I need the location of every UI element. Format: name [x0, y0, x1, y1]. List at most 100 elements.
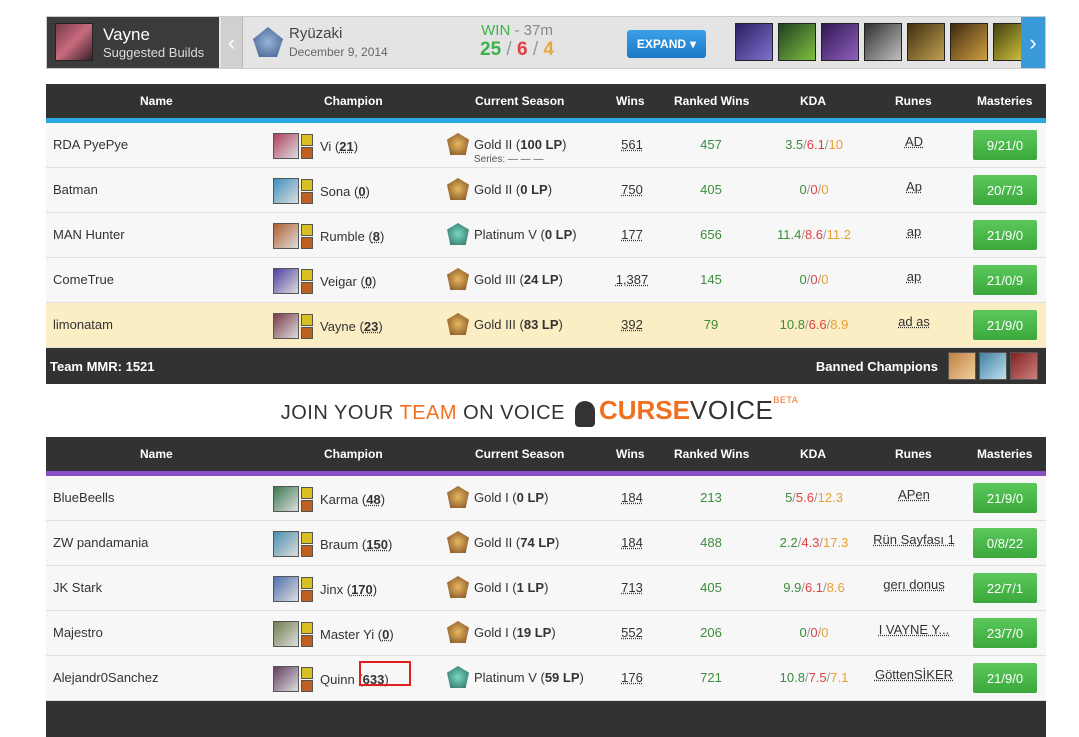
runes-link[interactable]: AD [864, 134, 964, 149]
wins[interactable]: 177 [602, 227, 662, 242]
champion-box[interactable]: Vayne Suggested Builds [47, 17, 219, 68]
wins[interactable]: 552 [602, 625, 662, 640]
masteries-button[interactable]: 21/0/9 [973, 265, 1037, 295]
cursevoice-banner[interactable]: JOIN YOUR TEAM ON VOICE CURSEVOICEBETA [0, 395, 1079, 427]
highlight-box [359, 661, 411, 686]
table-row[interactable]: Batman Sona (0) Gold II (0 LP) 750 405 0… [46, 168, 1046, 213]
item-icon[interactable] [950, 23, 988, 61]
col-name: Name [140, 447, 173, 461]
spell-icon [301, 178, 313, 191]
prev-arrow-icon[interactable]: ‹ [221, 17, 243, 68]
team2-table: Name Champion Current Season Wins Ranked… [46, 437, 1046, 737]
item-icon[interactable] [778, 23, 816, 61]
banned-champion-icon[interactable] [979, 352, 1007, 380]
summoner-name[interactable]: Batman [53, 182, 98, 197]
runes-link[interactable]: Rün Sayfası 1 [864, 532, 964, 547]
item-icon[interactable] [735, 23, 773, 61]
kda: 3.5/6.1/10 [785, 137, 843, 152]
col-season: Current Season [475, 447, 565, 461]
summoner-name[interactable]: Alejandr0Sanchez [53, 670, 159, 685]
table-row[interactable]: MAN Hunter Rumble (8) Platinum V (0 LP) … [46, 213, 1046, 258]
wins[interactable]: 750 [602, 182, 662, 197]
kda: 0/0/0 [799, 625, 829, 640]
wins[interactable]: 176 [602, 670, 662, 685]
champion-games[interactable]: 23 [364, 319, 378, 334]
expand-button[interactable]: EXPAND ▾ [627, 30, 706, 58]
assists: 4 [543, 39, 554, 60]
kills: 25 [480, 39, 502, 60]
runes-link[interactable]: I VAYNE Y... [864, 622, 964, 637]
wins[interactable]: 184 [602, 535, 662, 550]
runes-link[interactable]: ad as [864, 314, 964, 329]
tier-medal-icon [447, 621, 469, 643]
runes-link[interactable]: ap [864, 224, 964, 239]
masteries-button[interactable]: 22/7/1 [973, 573, 1037, 603]
masteries-button[interactable]: 21/9/0 [973, 663, 1037, 693]
spell-icon [301, 679, 313, 692]
table-row[interactable]: ComeTrue Veigar (0) Gold III (24 LP) 1,3… [46, 258, 1046, 303]
spell-icon [301, 133, 313, 146]
next-arrow-icon[interactable]: › [1021, 17, 1045, 68]
champion-games[interactable]: 0 [358, 184, 365, 199]
table-row[interactable]: JK Stark Jinx (170) Gold I (1 LP) 713 40… [46, 566, 1046, 611]
summoner-name[interactable]: JK Stark [53, 580, 102, 595]
champion-games[interactable]: 48 [366, 492, 380, 507]
masteries-button[interactable]: 20/7/3 [973, 175, 1037, 205]
summoner-name[interactable]: MAN Hunter [53, 227, 125, 242]
wins[interactable]: 184 [602, 490, 662, 505]
masteries-button[interactable]: 21/9/0 [973, 310, 1037, 340]
wins[interactable]: 561 [602, 137, 662, 152]
col-kda: KDA [800, 447, 826, 461]
summoner-name[interactable]: RDA PyePye [53, 137, 128, 152]
summoner-name[interactable]: ZW pandamania [53, 535, 148, 550]
summoner-name[interactable]: BlueBeells [53, 490, 114, 505]
champion-games[interactable]: 170 [351, 582, 373, 597]
runes-link[interactable]: GöttenSİKER [864, 667, 964, 682]
col-ranked-wins: Ranked Wins [674, 94, 750, 108]
table-row[interactable]: limonatam Vayne (23) Gold III (83 LP) 39… [46, 303, 1046, 348]
table-row[interactable]: Majestro Master Yi (0) Gold I (19 LP) 55… [46, 611, 1046, 656]
champion-games[interactable]: 21 [339, 139, 353, 154]
masteries-button[interactable]: 21/9/0 [973, 220, 1037, 250]
champion-games[interactable]: 8 [373, 229, 380, 244]
wins[interactable]: 1,387 [602, 272, 662, 287]
table-row[interactable]: Alejandr0Sanchez Quinn (633) Platinum V … [46, 656, 1046, 701]
runes-link[interactable]: Ap [864, 179, 964, 194]
item-icon[interactable] [821, 23, 859, 61]
item-icon[interactable] [907, 23, 945, 61]
runes-link[interactable]: gerı donus [864, 577, 964, 592]
ranked-wins: 656 [700, 227, 722, 242]
summoner-name[interactable]: limonatam [53, 317, 113, 332]
deaths: 6 [516, 39, 528, 60]
cursevoice-logo-icon [574, 400, 595, 427]
runes-link[interactable]: ap [864, 269, 964, 284]
spell-icon [301, 621, 313, 634]
masteries-button[interactable]: 0/8/22 [973, 528, 1037, 558]
summoner-name[interactable]: ComeTrue [53, 272, 114, 287]
banned-champion-icon[interactable] [1010, 352, 1038, 380]
champion-games[interactable]: 150 [366, 537, 388, 552]
summoner-name[interactable]: Majestro [53, 625, 103, 640]
table-row[interactable]: BlueBeells Karma (48) Gold I (0 LP) 184 … [46, 476, 1046, 521]
tier-medal-icon [447, 576, 469, 598]
masteries-button[interactable]: 23/7/0 [973, 618, 1037, 648]
kda: 11.4/8.6/11.2 [776, 227, 851, 242]
table-row[interactable]: ZW pandamania Braum (150) Gold II (74 LP… [46, 521, 1046, 566]
spell-icon [301, 666, 313, 679]
kda: 10.8/7.5/7.1 [779, 670, 849, 685]
champion-games[interactable]: 0 [365, 274, 372, 289]
team1-table: Name Champion Current Season Wins Ranked… [46, 84, 1046, 384]
wins[interactable]: 392 [602, 317, 662, 332]
suggested-builds-link[interactable]: Suggested Builds [103, 45, 204, 60]
col-season: Current Season [475, 94, 565, 108]
runes-link[interactable]: APen [864, 487, 964, 502]
champion-games[interactable]: 0 [382, 627, 389, 642]
wins[interactable]: 713 [602, 580, 662, 595]
col-kda: KDA [800, 94, 826, 108]
table-row[interactable]: RDA PyePye Vi (21) Gold II (100 LP) Seri… [46, 123, 1046, 168]
banned-champion-icon[interactable] [948, 352, 976, 380]
masteries-button[interactable]: 9/21/0 [973, 130, 1037, 160]
masteries-button[interactable]: 21/9/0 [973, 483, 1037, 513]
item-icon[interactable] [864, 23, 902, 61]
ranked-wins: 145 [700, 272, 722, 287]
